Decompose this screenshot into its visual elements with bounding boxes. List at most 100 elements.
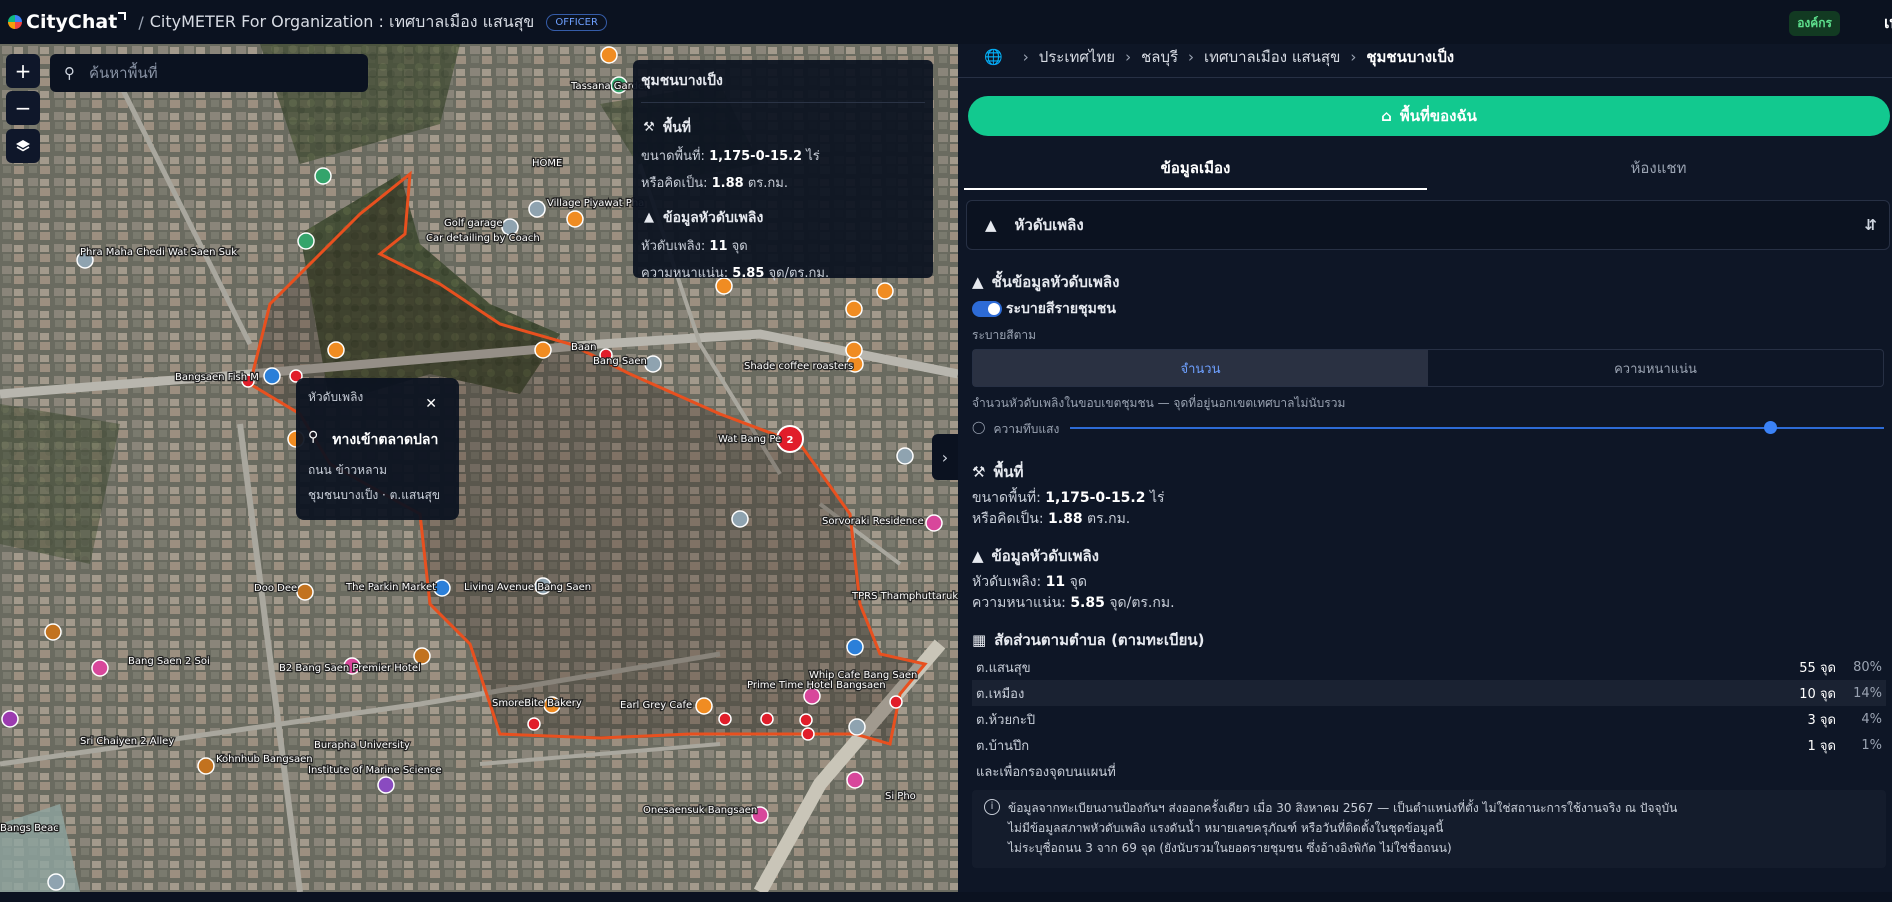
ratio-table: ต.แสนสุข 55 จุด 80% ต.เหมือง 10 จุด 14% ต.ห้… <box>972 654 1886 784</box>
table-row[interactable]: ต.แสนสุข 55 จุด 80% <box>972 654 1886 680</box>
hydrant-icon: ▲ <box>972 547 984 565</box>
opacity-slider-track[interactable] <box>1070 427 1884 429</box>
area-value: 1,175-0-15.2 <box>1045 490 1146 506</box>
search-icon: ⚲ <box>64 64 75 82</box>
tab-city-data[interactable]: ข้อมูลเมือง <box>964 152 1427 190</box>
note-line: ข้อมูลจากทะเบียนงานป้องกันฯ ส่งออกครั้งเ… <box>1008 801 1678 815</box>
density-value: 5.85 <box>732 266 765 281</box>
community-info-popup: ชุมชนบางเป็ง ⚒ พื้นที่ ขนาดพื้นที่: 1,175… <box>633 60 933 281</box>
table-row[interactable]: ต.เหมือง 10 จุด 14% <box>972 680 1886 706</box>
hydrant-count-label: หัวดับเพลิง: <box>972 574 1042 590</box>
area-value: 1,175-0-15.2 <box>709 149 803 164</box>
close-icon[interactable]: ✕ <box>425 396 437 412</box>
sqkm-label: หรือคิดเป็น: <box>972 511 1044 527</box>
map-label: Si Pho <box>885 791 916 802</box>
map-label: Living Avenue Bang Saen <box>464 582 591 593</box>
opacity-slider-handle[interactable] <box>1764 421 1778 434</box>
map-search-input[interactable]: ⚲ ค้นหาพื้นที่ <box>50 54 368 92</box>
hydrant-icon: ▲ <box>985 216 997 234</box>
subdistrict-percent: 14% <box>1853 685 1882 701</box>
toggle-switch[interactable] <box>972 301 1002 317</box>
layer-select[interactable]: ▲ หัวดับเพลิง ⇵ <box>966 200 1890 250</box>
table-row[interactable]: ต.ห้วยกะปิ 3 จุด 4% <box>972 706 1886 732</box>
hydrant-popup: หัวดับเพลิง ✕ ⚲ ทางเข้าตลาดปลา ถนน ข้าวหล… <box>296 378 459 520</box>
map-label: Bang Saen <box>593 356 647 367</box>
breadcrumb-country[interactable]: ประเทศไทย <box>1039 45 1115 69</box>
density-label: ความหนาแน่น: <box>972 595 1066 611</box>
subdistrict-count: 3 จุด <box>1807 712 1836 728</box>
zoom-in-button[interactable]: + <box>6 54 40 88</box>
map-label: TPRS Thamphuttaruks Professional Window <box>851 591 958 602</box>
layers-button[interactable] <box>6 129 40 163</box>
hydrant-community: ชุมชนบางเป็ง · ต.แสนสุข <box>308 488 441 502</box>
map-label: Kohnhub Bangsaen <box>216 754 313 765</box>
home-icon: ⌂ <box>1381 107 1392 125</box>
map-label: Burapha University <box>314 740 410 751</box>
toggle-label: ระบายสีรายชุมชน <box>1006 301 1116 317</box>
search-icon: ⚲ <box>308 429 319 445</box>
globe-icon[interactable]: 🌐 <box>984 48 1003 66</box>
density-unit: จุด/ตร.กม. <box>768 266 830 281</box>
title-separator: / <box>138 12 144 32</box>
org-badge[interactable]: องค์กร <box>1789 11 1840 36</box>
zoom-out-button[interactable]: − <box>6 91 40 125</box>
hydrant-street-name: ทางเข้าตลาดปลา <box>332 432 439 448</box>
map-label: Prime Time Hotel Bangsaen <box>747 680 886 691</box>
area-unit: ไร่ <box>806 149 820 164</box>
map-label: Bang Saen 2 Soi <box>128 656 210 667</box>
map-label: HOME <box>532 158 562 169</box>
sqkm-label: หรือคิดเป็น: <box>641 176 708 191</box>
breadcrumb-separator: › <box>1188 47 1195 66</box>
ratio-heading: สัดส่วนตามตำบล (ตามทะเบียน) <box>994 631 1205 649</box>
logo-mark-icon <box>118 12 127 20</box>
segment-note: จำนวนหัวดับเพลิงในขอบเขตชุมชน — จุดที่อย… <box>972 396 1346 410</box>
map-view[interactable]: Tassana Garden Phra Maha Chedi Wat Saen … <box>0 44 958 892</box>
ratio-footnote: และเพื่อกรองจุดบนแผนที่ <box>976 764 1116 780</box>
my-area-button[interactable]: ⌂ พื้นที่ของฉัน <box>968 96 1890 136</box>
app-title: CityMETER For Organization : เทศบาลเมือง… <box>149 11 535 31</box>
sqkm-line: หรือคิดเป็น: 1.88 ตร.กม. <box>972 508 1130 530</box>
tab-chat-room[interactable]: ห้องแชท <box>1427 152 1890 190</box>
table-row[interactable]: ต.บ้านปึก 1 จุด 1% <box>972 732 1886 758</box>
color-by-label: ระบายสีตาม <box>972 328 1037 342</box>
breadcrumb-community: ชุมชนบางเป็ง <box>1366 47 1455 66</box>
density-line: ความหนาแน่น: 5.85 จุด/ตร.กม. <box>972 592 1175 614</box>
breadcrumb-province[interactable]: ชลบุรี <box>1141 45 1178 69</box>
map-label: SmoreBite Bakery <box>492 698 582 709</box>
map-label: Baan <box>571 342 596 353</box>
breadcrumb-municipality[interactable]: เทศบาลเมือง แสนสุข <box>1204 45 1340 69</box>
hydrant-icon: ▲ <box>644 210 654 225</box>
top-bar: CityChat / CityMETER For Organization : … <box>0 0 1892 44</box>
subdistrict-count: 10 จุด <box>1799 686 1836 702</box>
segment-density[interactable]: ความหนาแน่น <box>1428 350 1883 386</box>
hydrant-line: หัวดับเพลิง: 11 จุด <box>972 571 1087 593</box>
note-line: ไม่ระบุชื่อถนน 3 จาก 69 จุด (ยังนับรวมใน… <box>1008 841 1452 855</box>
role-badge: OFFICER <box>546 13 607 31</box>
droplet-icon: ◯ <box>972 420 986 434</box>
color-by-segmented: จำนวน ความหนาแน่น <box>972 349 1884 387</box>
area-heading: พื้นที่ <box>993 463 1024 481</box>
area-label: ขนาดพื้นที่: <box>972 490 1041 506</box>
hydrant-cluster[interactable]: 2 <box>787 435 794 446</box>
popup-area-heading: พื้นที่ <box>663 120 692 136</box>
map-label: Onesaensuk Bangsaen <box>643 805 757 816</box>
subdistrict-percent: 1% <box>1861 737 1882 753</box>
org-name[interactable]: เท <box>1884 11 1892 36</box>
logo[interactable]: CityChat <box>26 11 117 33</box>
note-line: ไม่มีข้อมูลสภาพหัวดับเพลิง แรงดันน้ำ หมา… <box>1008 821 1444 835</box>
opacity-label-row: ◯ ความทึบแสง <box>972 420 1059 439</box>
map-icon: ▦ <box>972 631 987 649</box>
subdistrict-percent: 80% <box>1853 659 1882 675</box>
collapse-panel-button[interactable]: › <box>932 434 958 480</box>
opacity-label: ความทึบแสง <box>993 422 1060 436</box>
segment-count[interactable]: จำนวน <box>973 350 1428 386</box>
map-label: Whip Cafe Bang Saen <box>809 670 917 681</box>
breadcrumb: 🌐 › ประเทศไทย › ชลบุรี › เทศบาลเมือง แสน… <box>958 44 1892 78</box>
subdistrict-count: 55 จุด <box>1799 660 1836 676</box>
map-label: Shade coffee roasters <box>744 361 853 372</box>
layers-icon <box>16 140 30 152</box>
subdistrict-name: ต.บ้านปึก <box>976 738 1030 754</box>
map-label: The Parkin Market <box>345 582 436 593</box>
side-panel: 🌐 › ประเทศไทย › ชลบุรี › เทศบาลเมือง แสน… <box>958 44 1892 892</box>
color-toggle[interactable]: ระบายสีรายชุมชน <box>972 298 1116 320</box>
